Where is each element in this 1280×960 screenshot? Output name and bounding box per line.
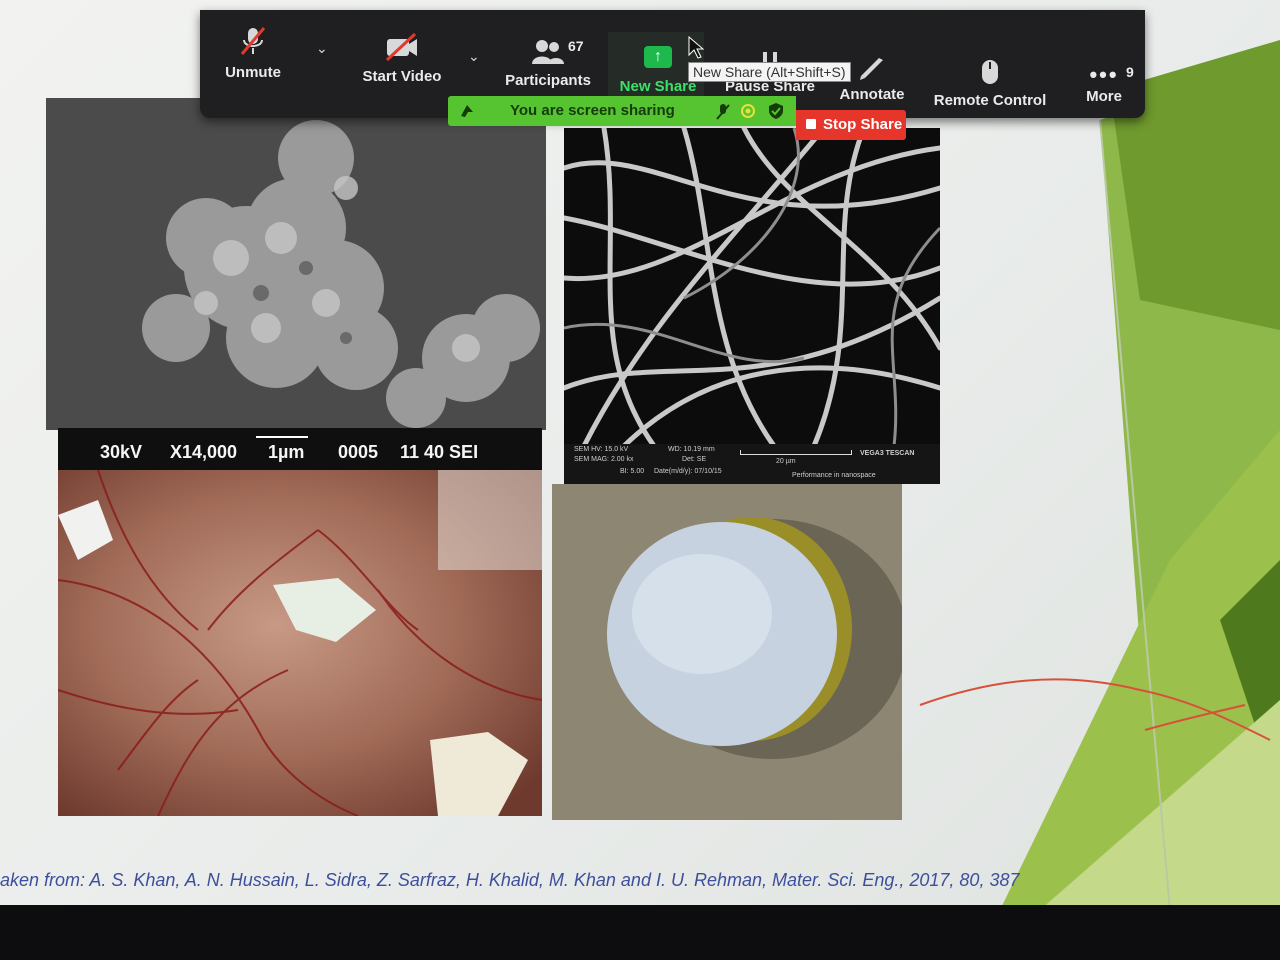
participants-label: Participants [505,72,591,89]
citation-text: aken from: A. S. Khan, A. N. Hussain, L.… [0,870,1020,890]
fiber-date: Date(m/d/y): 07/10/15 [654,468,722,475]
sem-scale-bar [256,436,308,438]
sharing-status-icon [461,105,473,117]
sem-voltage: 30kV [100,442,143,462]
stop-share-label: Stop Share [823,116,903,133]
start-video-label: Start Video [362,68,442,85]
sem-info-bar: 30kV X14,000 1µm 0005 11 40 SEI [58,428,542,474]
fiber-wd: WD: 10.19 mm [668,446,715,453]
more-label: More [1086,88,1122,105]
audio-options-chevron-icon[interactable]: ⌄ [316,40,328,57]
screen-sharing-text: You are screen sharing [510,102,675,119]
presentation-slide: 30kV X14,000 1µm 0005 11 40 SEI SEM HV: … [0,0,1280,910]
banner-record-icon[interactable] [740,103,756,119]
participants-icon [532,40,564,64]
more-badge: 9 [1126,64,1134,80]
fiber-scale-bar [740,450,852,455]
disc-specimen-photo [552,484,902,820]
fiber-tagline: Performance in nanospace [792,472,876,479]
fiber-sem-mag: SEM MAG: 2.00 kx [574,456,634,463]
banner-mute-icon[interactable] [716,103,730,121]
pencil-icon [860,58,883,80]
tissue-implant-photo [58,470,542,816]
banner-security-shield-icon[interactable] [768,102,784,120]
share-arrow-up-icon: ↑ [644,46,672,68]
annotate-label: Annotate [839,86,905,103]
muted-microphone-icon [240,27,266,55]
stop-share-button[interactable]: Stop Share [796,110,906,140]
sem-nanofiber-image [564,128,940,446]
more-button[interactable]: ••• More [1076,62,1132,106]
monitor-bezel [0,905,1280,960]
mouse-icon [982,60,998,84]
fiber-brand: VEGA3 TESCAN [860,450,915,457]
video-off-icon [385,32,417,62]
stop-square-icon [806,119,816,129]
unmute-button[interactable]: Unmute [218,24,288,81]
sem-fiber-info-bar: SEM HV: 15.0 kV SEM MAG: 2.00 kx BI: 5.0… [564,444,940,484]
remote-control-button[interactable]: Remote Control [932,58,1048,109]
participants-count: 67 [568,38,584,54]
sem-scale: 1µm [268,442,305,462]
screen-sharing-banner[interactable]: You are screen sharing [448,96,796,126]
video-options-chevron-icon[interactable]: ⌄ [468,48,480,65]
fiber-sem-hv: SEM HV: 15.0 kV [574,446,629,453]
more-dots-icon: ••• [1089,62,1119,87]
fiber-det: Det: SE [682,456,707,463]
mouse-cursor-icon [688,36,704,59]
start-video-button[interactable]: Start Video [352,32,452,85]
fiber-scale: 20 µm [776,458,796,465]
fiber-bi: BI: 5.00 [620,468,645,475]
sem-code: 0005 [338,442,379,462]
new-share-tooltip: New Share (Alt+Shift+S) [688,62,851,82]
unmute-label: Unmute [225,64,281,81]
sem-nanoparticle-image [46,98,546,430]
sem-detector: 11 40 SEI [400,442,479,462]
remote-control-label: Remote Control [933,92,1047,109]
sem-magnification: X14,000 [170,442,238,462]
